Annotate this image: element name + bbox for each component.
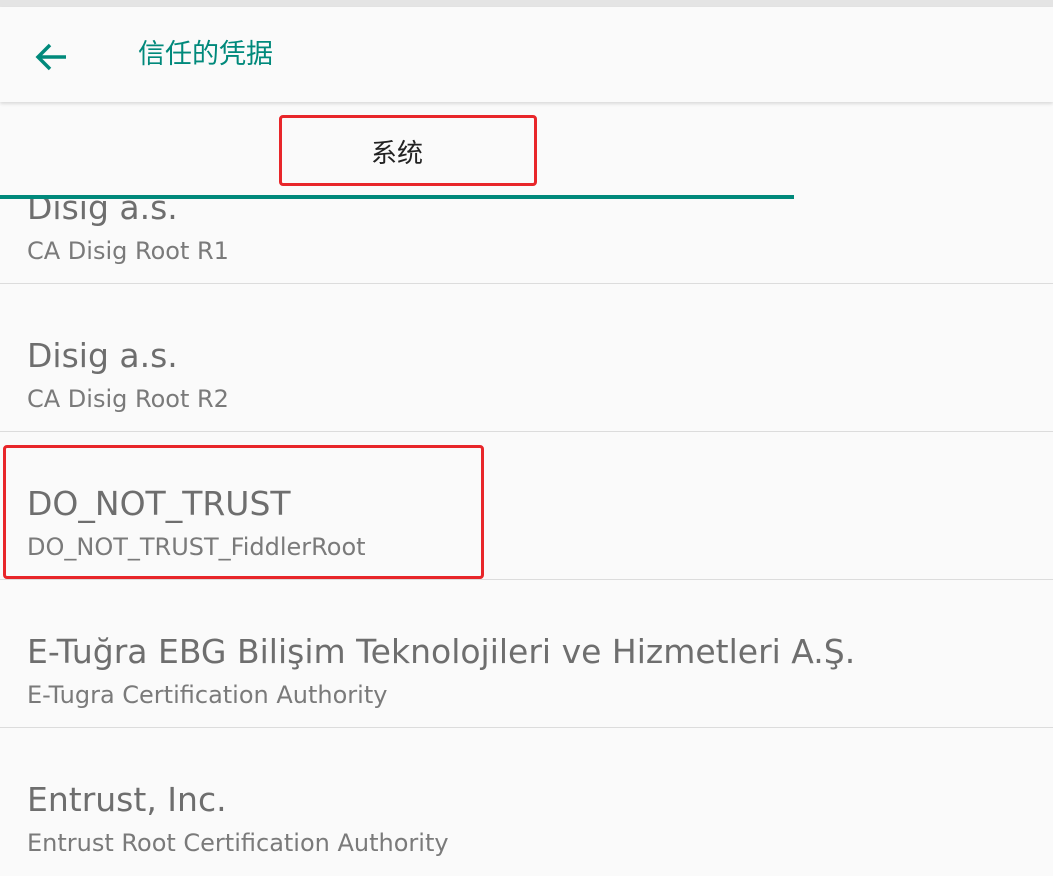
back-button[interactable] (28, 34, 74, 80)
certificate-issuer: E-Tuğra EBG Bilişim Teknolojileri ve Hiz… (27, 632, 856, 671)
arrow-left-icon (35, 43, 66, 71)
list-item[interactable]: DO_NOT_TRUST DO_NOT_TRUST_FiddlerRoot (0, 432, 1053, 580)
list-item[interactable]: E-Tuğra EBG Bilişim Teknolojileri ve Hiz… (0, 580, 1053, 728)
tab-label: 系统 (370, 138, 423, 169)
certificate-name: E-Tugra Certification Authority (27, 681, 388, 709)
certificate-name: DO_NOT_TRUST_FiddlerRoot (27, 533, 366, 561)
tab-indicator (0, 195, 794, 199)
certificate-name: CA Disig Root R2 (27, 385, 229, 413)
certificate-list: Disig a.s. CA Disig Root R1 Disig a.s. C… (0, 136, 1053, 876)
tab-bar: 系统 (0, 102, 1053, 199)
certificate-issuer: Disig a.s. (27, 336, 178, 375)
certificate-name: Entrust Root Certification Authority (27, 829, 449, 857)
certificate-issuer: DO_NOT_TRUST (27, 484, 291, 523)
certificate-issuer: Entrust, Inc. (27, 780, 227, 819)
status-bar (0, 0, 1053, 7)
list-item[interactable]: Disig a.s. CA Disig Root R2 (0, 284, 1053, 432)
tab-system[interactable]: 系统 (0, 102, 794, 198)
certificate-name: CA Disig Root R1 (27, 237, 229, 265)
app-bar: 信任的凭据 (0, 7, 1053, 102)
list-item[interactable]: Entrust, Inc. Entrust Root Certification… (0, 728, 1053, 876)
page-title: 信任的凭据 (138, 39, 273, 70)
